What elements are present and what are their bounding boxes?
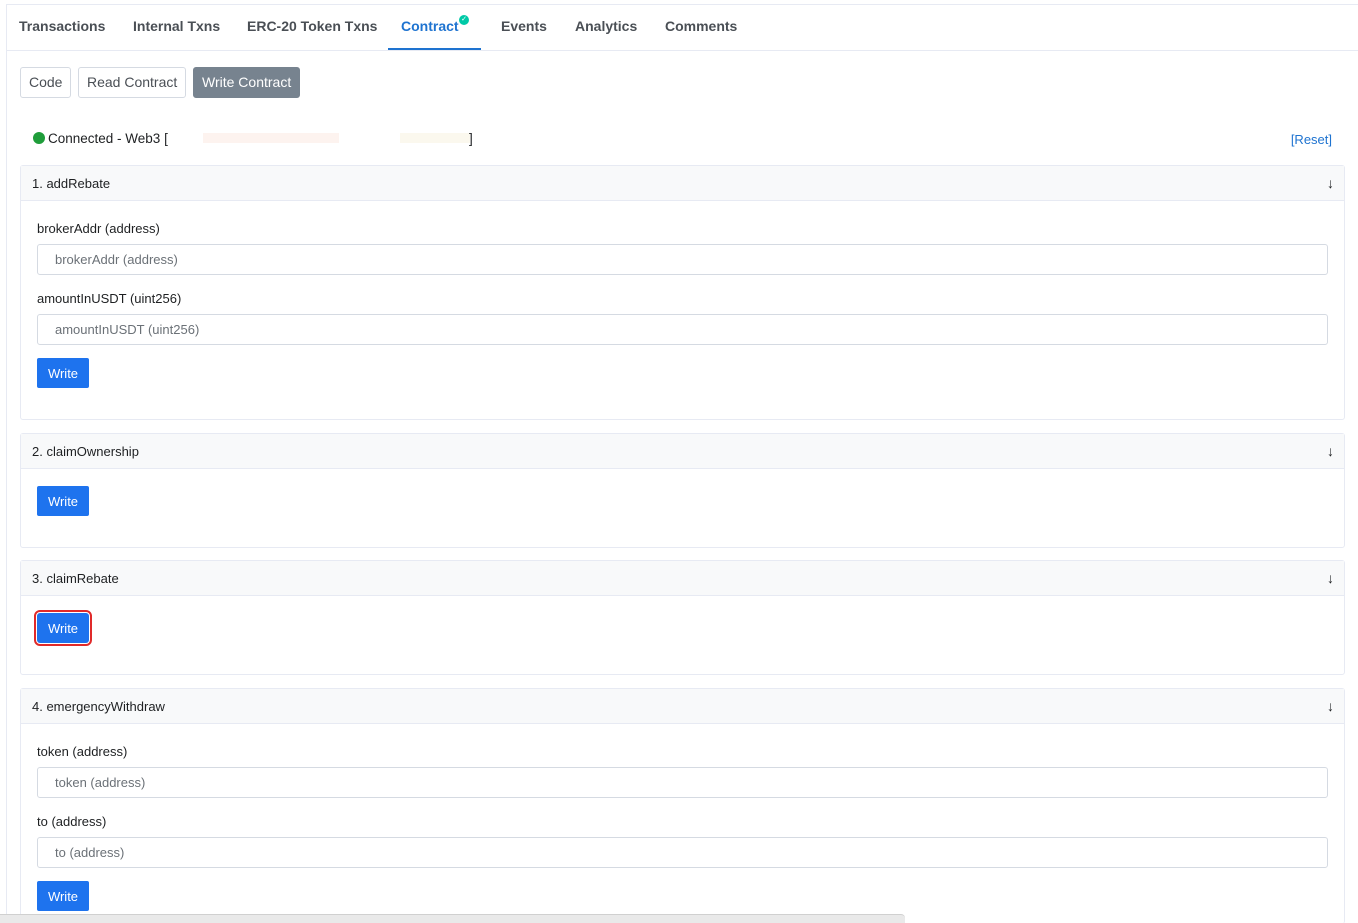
redacted-address-part	[203, 133, 339, 143]
read-contract-button[interactable]: Read Contract	[78, 67, 187, 98]
tab-internal-txns[interactable]: Internal Txns	[133, 18, 220, 34]
function-header[interactable]: 3. claimRebate ↓	[21, 561, 1344, 596]
function-panel-addrebate: 1. addRebate ↓ brokerAddr (address) amou…	[20, 165, 1345, 420]
tab-transactions[interactable]: Transactions	[19, 18, 105, 34]
tab-erc20-token-txns[interactable]: ERC-20 Token Txns	[247, 18, 377, 34]
arrow-down-icon[interactable]: ↓	[1327, 175, 1334, 191]
function-header[interactable]: 4. emergencyWithdraw ↓	[21, 689, 1344, 724]
broker-addr-input[interactable]	[37, 244, 1328, 275]
function-header[interactable]: 1. addRebate ↓	[21, 166, 1344, 201]
function-header[interactable]: 2. claimOwnership ↓	[21, 434, 1344, 469]
amount-usdt-input[interactable]	[37, 314, 1328, 345]
arrow-down-icon[interactable]: ↓	[1327, 698, 1334, 714]
horizontal-scrollbar[interactable]	[0, 914, 905, 923]
function-title: 1. addRebate	[32, 176, 111, 191]
tab-bar: Transactions Internal Txns ERC-20 Token …	[7, 5, 1358, 51]
to-label: to (address)	[37, 814, 107, 829]
write-button[interactable]: Write	[37, 486, 89, 516]
tab-events[interactable]: Events	[501, 18, 547, 34]
amount-usdt-label: amountInUSDT (uint256)	[37, 291, 182, 306]
write-contract-button[interactable]: Write Contract	[193, 67, 301, 98]
arrow-down-icon[interactable]: ↓	[1327, 570, 1334, 586]
status-dot-icon	[33, 132, 45, 144]
contract-page: Transactions Internal Txns ERC-20 Token …	[6, 4, 1358, 923]
write-button[interactable]: Write	[34, 610, 92, 646]
connection-status: Connected - Web3 [	[33, 131, 168, 146]
active-tab-indicator	[388, 48, 481, 50]
function-panel-emergencywithdraw: 4. emergencyWithdraw ↓ token (address) t…	[20, 688, 1345, 923]
write-button[interactable]: Write	[37, 358, 89, 388]
tab-analytics[interactable]: Analytics	[575, 18, 637, 34]
function-panel-claimownership: 2. claimOwnership ↓ Write	[20, 433, 1345, 548]
function-title: 3. claimRebate	[32, 571, 119, 586]
code-button[interactable]: Code	[20, 67, 72, 98]
to-input[interactable]	[37, 837, 1328, 868]
connection-status-text: Connected - Web3 [	[48, 131, 168, 146]
arrow-down-icon[interactable]: ↓	[1327, 443, 1334, 459]
write-button[interactable]: Write	[37, 881, 89, 911]
broker-addr-label: brokerAddr (address)	[37, 221, 160, 236]
check-circle-icon: ✓	[459, 15, 469, 25]
redacted-address-part	[400, 133, 470, 143]
token-input[interactable]	[37, 767, 1328, 798]
tab-comments[interactable]: Comments	[665, 18, 737, 34]
tab-contract[interactable]: Contract	[401, 18, 459, 34]
function-title: 4. emergencyWithdraw	[32, 699, 165, 714]
connection-close-bracket: ]	[469, 131, 473, 146]
reset-link[interactable]: [Reset]	[1291, 132, 1332, 147]
function-title: 2. claimOwnership	[32, 444, 139, 459]
token-label: token (address)	[37, 744, 128, 759]
function-panel-claimrebate: 3. claimRebate ↓ Write	[20, 560, 1345, 675]
